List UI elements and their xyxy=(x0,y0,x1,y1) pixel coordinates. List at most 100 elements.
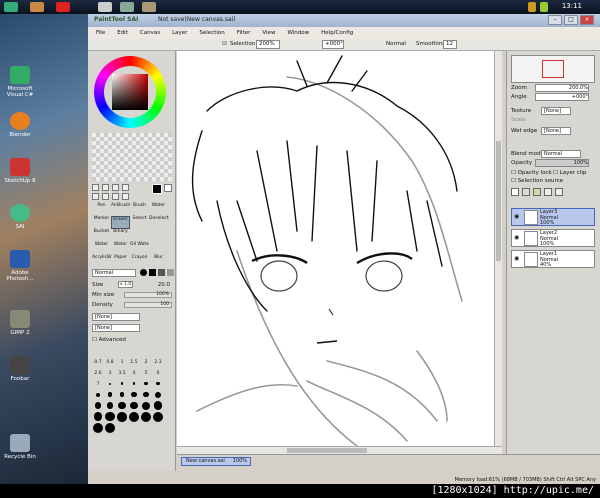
angle-field[interactable]: +000° xyxy=(322,40,344,49)
menu-view[interactable]: View xyxy=(262,30,275,36)
brush-size-preset[interactable]: 7 xyxy=(92,379,104,390)
vertical-scrollbar[interactable] xyxy=(494,51,502,454)
brush-water-2[interactable]: Water xyxy=(92,242,111,255)
menu-file[interactable]: File xyxy=(96,30,105,36)
brush-size-preset[interactable] xyxy=(152,401,164,412)
brush-size-preset[interactable] xyxy=(140,412,152,423)
canvas[interactable] xyxy=(177,51,502,454)
brush-mode-select[interactable]: Normal xyxy=(92,269,136,277)
menu-layer[interactable]: Layer xyxy=(172,30,187,36)
brush-size-preset[interactable] xyxy=(104,390,116,401)
brush-size-preset[interactable] xyxy=(104,379,116,390)
brush-size-preset[interactable]: 0.8 xyxy=(104,357,116,368)
smoothing-field[interactable]: 12 xyxy=(443,40,457,49)
brush-size-preset[interactable] xyxy=(140,401,152,412)
eye-icon[interactable]: ◉ xyxy=(514,255,521,262)
blend-mode-dropdown[interactable]: Normal xyxy=(541,150,581,158)
sai-taskbar-icon[interactable] xyxy=(98,2,112,12)
new-linework-icon[interactable] xyxy=(522,188,530,196)
brush-eraser[interactable]: Eraser xyxy=(111,216,130,229)
brush-size-preset[interactable] xyxy=(116,401,128,412)
brush-size-preset[interactable] xyxy=(92,412,104,423)
brush-size-preset[interactable]: 2.6 xyxy=(92,368,104,379)
nav-angle-field[interactable]: +000° xyxy=(535,93,589,101)
zoom-icon[interactable] xyxy=(92,193,99,200)
volume-icon[interactable] xyxy=(540,2,548,12)
menu-help[interactable]: Help/Config xyxy=(321,30,353,36)
background-color[interactable] xyxy=(164,184,172,192)
brush-shape-soft2-icon[interactable] xyxy=(167,269,174,276)
minsize-slider[interactable]: 100% xyxy=(124,292,172,298)
hand-icon[interactable] xyxy=(112,193,119,200)
brush-size-preset[interactable] xyxy=(152,379,164,390)
selection-checkbox[interactable]: ☑ xyxy=(222,41,227,47)
size-value[interactable]: 20.0 xyxy=(158,281,170,289)
brush-size-preset[interactable]: 5 xyxy=(140,368,152,379)
desktop-icon-recycle-bin[interactable]: Recycle Bin xyxy=(4,434,36,460)
navigator-preview[interactable] xyxy=(511,55,595,83)
brush-size-preset[interactable]: 0.7 xyxy=(92,357,104,368)
brush-empty-2[interactable] xyxy=(149,229,168,242)
brush-paper[interactable]: Paper xyxy=(111,255,130,268)
brush-size-preset[interactable] xyxy=(104,412,116,423)
move-icon[interactable] xyxy=(122,184,129,191)
nav-zoom-field[interactable]: 200.0% xyxy=(535,84,589,92)
desktop-icon-foobar[interactable]: Foobar xyxy=(4,356,36,382)
copy-layer-icon[interactable] xyxy=(544,188,552,196)
brush-size-preset[interactable] xyxy=(140,379,152,390)
texture-select-1[interactable]: [None] xyxy=(92,313,140,321)
magic-wand-icon[interactable] xyxy=(112,184,119,191)
layer-item-layer2[interactable]: ◉ Layer2 Normal 100% xyxy=(511,229,595,247)
lasso-icon[interactable] xyxy=(102,184,109,191)
brush-size-preset[interactable]: 2.3 xyxy=(152,357,164,368)
document-tab[interactable]: New canvas.sai 100% xyxy=(181,457,251,466)
brush-water-3[interactable]: Water xyxy=(111,242,130,255)
eye-icon[interactable]: ◉ xyxy=(514,234,521,241)
new-folder-icon[interactable] xyxy=(533,188,541,196)
brush-blur[interactable]: Blur xyxy=(149,255,168,268)
menu-canvas[interactable]: Canvas xyxy=(140,30,160,36)
eyedropper-icon[interactable] xyxy=(122,193,129,200)
brush-pen[interactable]: Pen xyxy=(92,203,111,216)
brush-size-preset[interactable] xyxy=(152,412,164,423)
select-rect-icon[interactable] xyxy=(92,184,99,191)
brush-size-preset[interactable] xyxy=(92,423,104,434)
brush-water[interactable]: Water xyxy=(149,203,168,216)
layer-clip-row[interactable]: ☐ Layer clip xyxy=(553,170,586,176)
brush-size-preset[interactable] xyxy=(140,390,152,401)
zoom-field[interactable]: 200% xyxy=(256,40,280,49)
close-button[interactable]: × xyxy=(580,15,594,25)
menu-selection[interactable]: Selection xyxy=(199,30,224,36)
brush-select[interactable]: Select xyxy=(130,216,149,229)
layer-item-layer1[interactable]: ◉ Layer1 Normal 40% xyxy=(511,250,595,268)
desktop-icon-gimp[interactable]: GIMP 2 xyxy=(4,310,36,336)
brush-size-preset[interactable] xyxy=(92,390,104,401)
brush-shape-flat-icon[interactable] xyxy=(149,269,156,276)
brush-size-preset[interactable] xyxy=(116,379,128,390)
brush-size-preset[interactable] xyxy=(116,412,128,423)
brush-deselect[interactable]: Deselect xyxy=(149,216,169,229)
brush-size-preset[interactable] xyxy=(104,423,116,434)
brush-size-preset[interactable] xyxy=(152,390,164,401)
brush-size-preset[interactable]: 2 xyxy=(140,357,152,368)
clock[interactable]: 13:11 xyxy=(562,2,582,10)
taskbar-icon-2[interactable] xyxy=(120,2,134,12)
rotate-icon[interactable] xyxy=(102,193,109,200)
menu-edit[interactable]: Edit xyxy=(117,30,128,36)
density-slider[interactable]: 100 xyxy=(124,302,172,308)
new-layer-icon[interactable] xyxy=(511,188,519,196)
taskbar-icon-3[interactable] xyxy=(142,2,156,12)
horizontal-scrollbar[interactable] xyxy=(177,446,502,454)
brush-size-preset[interactable]: 1 xyxy=(116,357,128,368)
minimize-button[interactable]: – xyxy=(548,15,562,25)
title-bar[interactable]: PaintTool SAI Not save(New canvas.sai) –… xyxy=(88,14,600,27)
brush-empty-1[interactable] xyxy=(130,229,149,242)
swatch-palette[interactable] xyxy=(92,133,172,181)
opacity-slider[interactable]: 100% xyxy=(535,159,589,167)
brush-size-preset[interactable] xyxy=(128,401,140,412)
brush-size-preset[interactable]: 6 xyxy=(152,368,164,379)
brush-size-preset[interactable]: 4 xyxy=(128,368,140,379)
brush-size-preset[interactable]: 3.5 xyxy=(116,368,128,379)
menu-window[interactable]: Window xyxy=(287,30,309,36)
brush-crayon[interactable]: Crayon xyxy=(130,255,149,268)
